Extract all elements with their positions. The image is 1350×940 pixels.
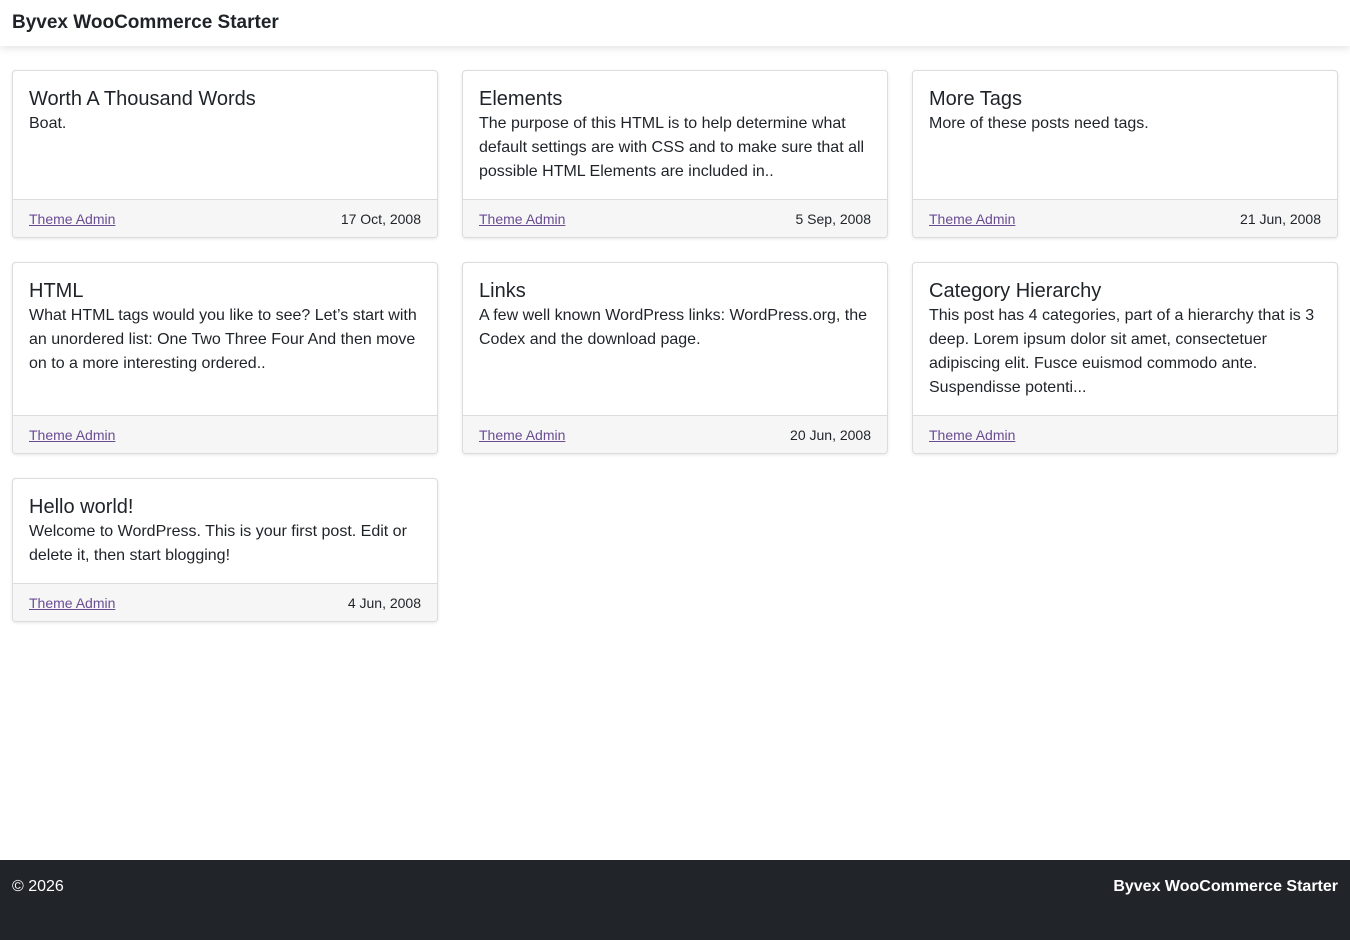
post-meta: Theme Admin [13,415,437,453]
post-card-body: Elements The purpose of this HTML is to … [463,71,887,199]
post-title[interactable]: Worth A Thousand Words [29,86,421,112]
post-date: 21 Jun, 2008 [1240,210,1321,227]
post-date: 20 Jun, 2008 [790,426,871,443]
post-excerpt: The purpose of this HTML is to help dete… [479,115,865,180]
post-excerpt: A few well known WordPress links: WordPr… [479,307,867,348]
post-card: More Tags More of these posts need tags.… [912,70,1338,238]
post-author-link[interactable]: Theme Admin [479,427,565,443]
post-author-link[interactable]: Theme Admin [479,211,565,227]
post-excerpt: More of these posts need tags. [929,115,1149,132]
post-excerpt: Boat. [29,115,67,132]
post-card-body: More Tags More of these posts need tags. [913,71,1337,199]
post-meta: Theme Admin 4 Jun, 2008 [13,583,437,621]
post-meta: Theme Admin 17 Oct, 2008 [13,199,437,237]
posts-grid: Worth A Thousand Words Boat. Theme Admin… [12,70,1338,622]
post-author-link[interactable]: Theme Admin [929,211,1015,227]
post-card: Category Hierarchy This post has 4 categ… [912,262,1338,454]
post-title[interactable]: Elements [479,86,871,112]
site-footer: © 2026 Byvex WooCommerce Starter [0,860,1350,940]
footer-copyright: © 2026 [12,878,64,895]
post-title[interactable]: More Tags [929,86,1321,112]
post-card-body: Worth A Thousand Words Boat. [13,71,437,199]
post-author-link[interactable]: Theme Admin [29,595,115,611]
post-meta: Theme Admin 5 Sep, 2008 [463,199,887,237]
post-card-body: HTML What HTML tags would you like to se… [13,263,437,415]
post-author-link[interactable]: Theme Admin [29,211,115,227]
post-author-link[interactable]: Theme Admin [929,427,1015,443]
post-author-link[interactable]: Theme Admin [29,427,115,443]
post-meta: Theme Admin [913,415,1337,453]
post-card-body: Category Hierarchy This post has 4 categ… [913,263,1337,415]
post-title[interactable]: Links [479,278,871,304]
post-date: 17 Oct, 2008 [340,210,421,227]
post-card: Hello world! Welcome to WordPress. This … [12,478,438,622]
post-date: 4 Jun, 2008 [347,594,421,611]
footer-brand: Byvex WooCommerce Starter [1113,878,1338,895]
post-card-body: Hello world! Welcome to WordPress. This … [13,479,437,583]
post-title[interactable]: HTML [29,278,421,304]
post-card-body: Links A few well known WordPress links: … [463,263,887,415]
post-card: HTML What HTML tags would you like to se… [12,262,438,454]
site-title-link[interactable]: Byvex WooCommerce Starter [12,12,279,34]
post-title[interactable]: Category Hierarchy [929,278,1321,304]
post-date: 5 Sep, 2008 [795,210,871,227]
post-title[interactable]: Hello world! [29,494,421,520]
post-excerpt: What HTML tags would you like to see? Le… [29,307,417,372]
post-excerpt: Welcome to WordPress. This is your first… [29,523,407,564]
post-meta: Theme Admin 21 Jun, 2008 [913,199,1337,237]
site-header: Byvex WooCommerce Starter [0,0,1350,46]
post-card: Links A few well known WordPress links: … [462,262,888,454]
post-meta: Theme Admin 20 Jun, 2008 [463,415,887,453]
post-card: Worth A Thousand Words Boat. Theme Admin… [12,70,438,238]
post-card: Elements The purpose of this HTML is to … [462,70,888,238]
post-excerpt: This post has 4 categories, part of a hi… [929,307,1315,396]
